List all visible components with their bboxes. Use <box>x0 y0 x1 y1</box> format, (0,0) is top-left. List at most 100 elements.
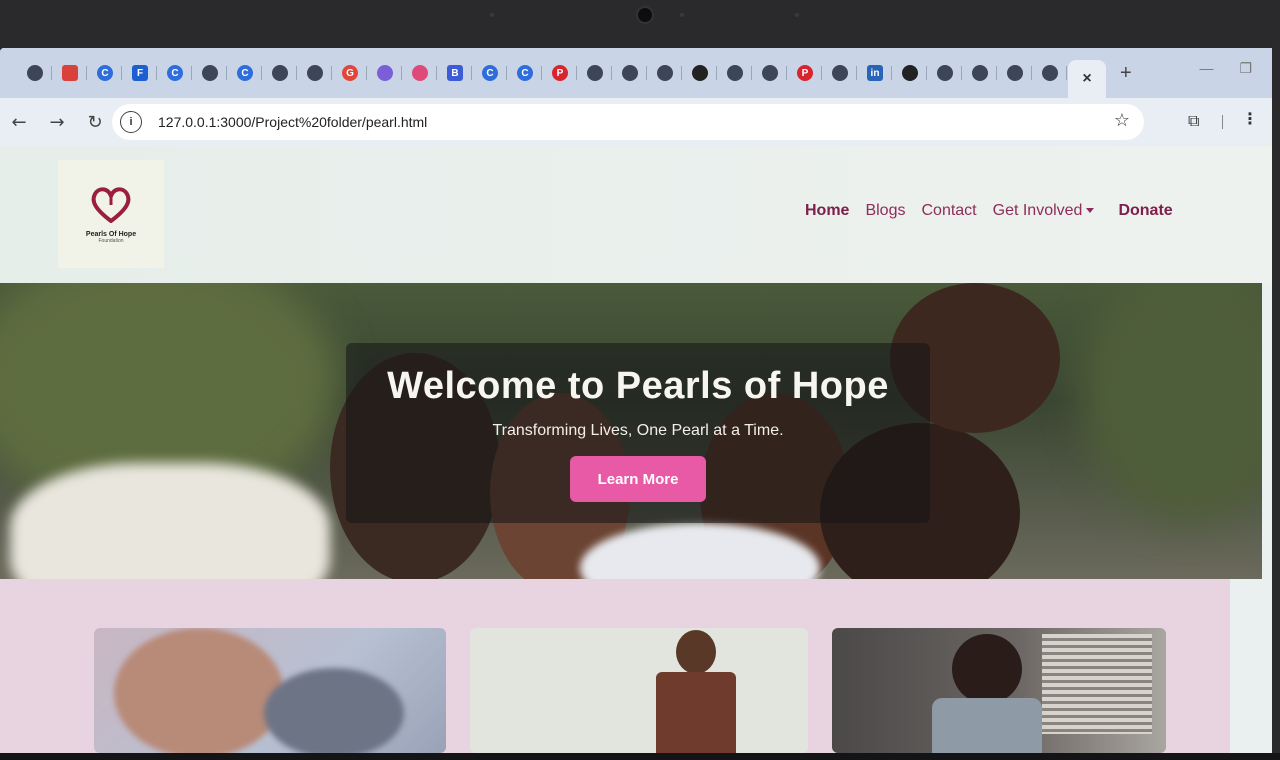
site-header: Pearls Of Hope Foundation Home Blogs Con… <box>0 146 1272 283</box>
globe-icon <box>1042 65 1058 81</box>
browser-tab[interactable] <box>998 56 1032 90</box>
restore-icon[interactable]: ❐ <box>1239 60 1252 77</box>
browser-tab[interactable] <box>753 56 787 90</box>
hero-banner: Welcome to Pearls of Hope Transforming L… <box>0 283 1262 579</box>
bezel-dot <box>795 13 799 17</box>
globe-icon <box>657 65 673 81</box>
browser-tab[interactable]: G <box>333 56 367 90</box>
photo-window-blinds <box>1042 634 1152 734</box>
globe-icon <box>832 65 848 81</box>
globe-icon <box>972 65 988 81</box>
browser-tab[interactable]: F <box>123 56 157 90</box>
tab-strip: C F C C G B C C P Pin × + — ❐ <box>0 48 1272 98</box>
pinterest-icon: P <box>552 65 568 81</box>
bezel-dot <box>680 13 684 17</box>
main-nav: Home Blogs Contact Get Involved Donate <box>805 202 1173 220</box>
site-logo[interactable]: Pearls Of Hope Foundation <box>58 160 164 268</box>
feature-card-image[interactable] <box>832 628 1166 753</box>
photo-shirt <box>10 463 330 579</box>
browser-tab[interactable]: B <box>438 56 472 90</box>
browser-tab[interactable] <box>193 56 227 90</box>
hero-subtitle: Transforming Lives, One Pearl at a Time. <box>492 422 784 439</box>
minimize-icon[interactable]: — <box>1199 60 1213 77</box>
pinterest-icon: P <box>797 65 813 81</box>
address-bar[interactable]: i 127.0.0.1:3000/Project%20folder/pearl.… <box>112 104 1144 140</box>
globe-icon <box>27 65 43 81</box>
nav-home-link[interactable]: Home <box>805 202 849 220</box>
gear-icon <box>412 65 428 81</box>
nav-get-involved-dropdown[interactable]: Get Involved <box>993 202 1095 220</box>
globe-icon <box>307 65 323 81</box>
browser-tab[interactable]: C <box>88 56 122 90</box>
learn-more-button[interactable]: Learn More <box>570 456 706 502</box>
browser-tab[interactable]: P <box>543 56 577 90</box>
active-tab[interactable]: × <box>1068 60 1106 98</box>
bezel-edge <box>0 753 1280 760</box>
forward-icon[interactable]: → <box>38 112 76 133</box>
browser-tab[interactable]: P <box>788 56 822 90</box>
browser-tab[interactable]: C <box>228 56 262 90</box>
photo-hands <box>114 628 284 753</box>
browser-tab[interactable] <box>963 56 997 90</box>
browser-tab[interactable] <box>368 56 402 90</box>
photo-cloth <box>264 668 404 753</box>
c-icon: C <box>97 65 113 81</box>
extensions-icon[interactable]: ⧉ <box>1188 111 1199 131</box>
browser-tab[interactable] <box>263 56 297 90</box>
browser-tab[interactable] <box>1033 56 1067 90</box>
browser-tab[interactable] <box>683 56 717 90</box>
f-icon: F <box>132 65 148 81</box>
globe-icon <box>937 65 953 81</box>
github-icon <box>902 65 918 81</box>
browser-tab[interactable] <box>928 56 962 90</box>
browser-tab[interactable] <box>893 56 927 90</box>
close-tab-icon[interactable]: × <box>1082 70 1091 88</box>
nav-contact-link[interactable]: Contact <box>921 202 976 220</box>
logo-name: Pearls Of Hope <box>85 230 137 238</box>
browser-tab[interactable]: C <box>158 56 192 90</box>
browser-toolbar: ← → ↻ i 127.0.0.1:3000/Project%20folder/… <box>0 98 1272 146</box>
photo-dress <box>656 672 736 753</box>
browser-menu-icon[interactable]: ⋮ <box>1242 109 1258 128</box>
bookmark-star-icon[interactable]: ☆ <box>1114 110 1130 131</box>
google-icon: G <box>342 65 358 81</box>
back-icon[interactable]: ← <box>0 112 38 133</box>
browser-tab[interactable] <box>403 56 437 90</box>
globe-icon <box>587 65 603 81</box>
browser-tab[interactable] <box>823 56 857 90</box>
globe-icon <box>272 65 288 81</box>
browser-tab[interactable] <box>648 56 682 90</box>
c-icon: C <box>482 65 498 81</box>
toolbar-divider <box>1222 115 1223 129</box>
web-page: Pearls Of Hope Foundation Home Blogs Con… <box>0 146 1272 753</box>
bars-icon <box>62 65 78 81</box>
nav-blogs-link[interactable]: Blogs <box>865 202 905 220</box>
globe-icon <box>202 65 218 81</box>
globe-icon <box>1007 65 1023 81</box>
photo-shirt <box>932 698 1042 753</box>
reload-icon[interactable]: ↻ <box>76 112 114 133</box>
browser-tab[interactable] <box>613 56 647 90</box>
photo-foliage <box>1080 283 1262 523</box>
browser-tab[interactable] <box>718 56 752 90</box>
browser-tab[interactable]: in <box>858 56 892 90</box>
feature-card-image[interactable] <box>470 628 808 753</box>
photo-person <box>676 630 716 674</box>
browser-tab[interactable]: C <box>473 56 507 90</box>
hero-title: Welcome to Pearls of Hope <box>387 365 889 407</box>
globe-icon <box>622 65 638 81</box>
browser-tab[interactable] <box>298 56 332 90</box>
browser-tab[interactable] <box>18 56 52 90</box>
nav-donate-link[interactable]: Donate <box>1118 202 1172 220</box>
browser-tab[interactable] <box>578 56 612 90</box>
webcam <box>636 6 654 24</box>
feature-card-image[interactable] <box>94 628 446 753</box>
url-text[interactable]: 127.0.0.1:3000/Project%20folder/pearl.ht… <box>158 114 427 130</box>
c-icon: C <box>167 65 183 81</box>
b-icon: B <box>447 65 463 81</box>
c-icon: C <box>517 65 533 81</box>
site-info-icon[interactable]: i <box>120 111 142 133</box>
new-tab-button[interactable]: + <box>1120 62 1132 85</box>
browser-tab[interactable] <box>53 56 87 90</box>
browser-tab[interactable]: C <box>508 56 542 90</box>
